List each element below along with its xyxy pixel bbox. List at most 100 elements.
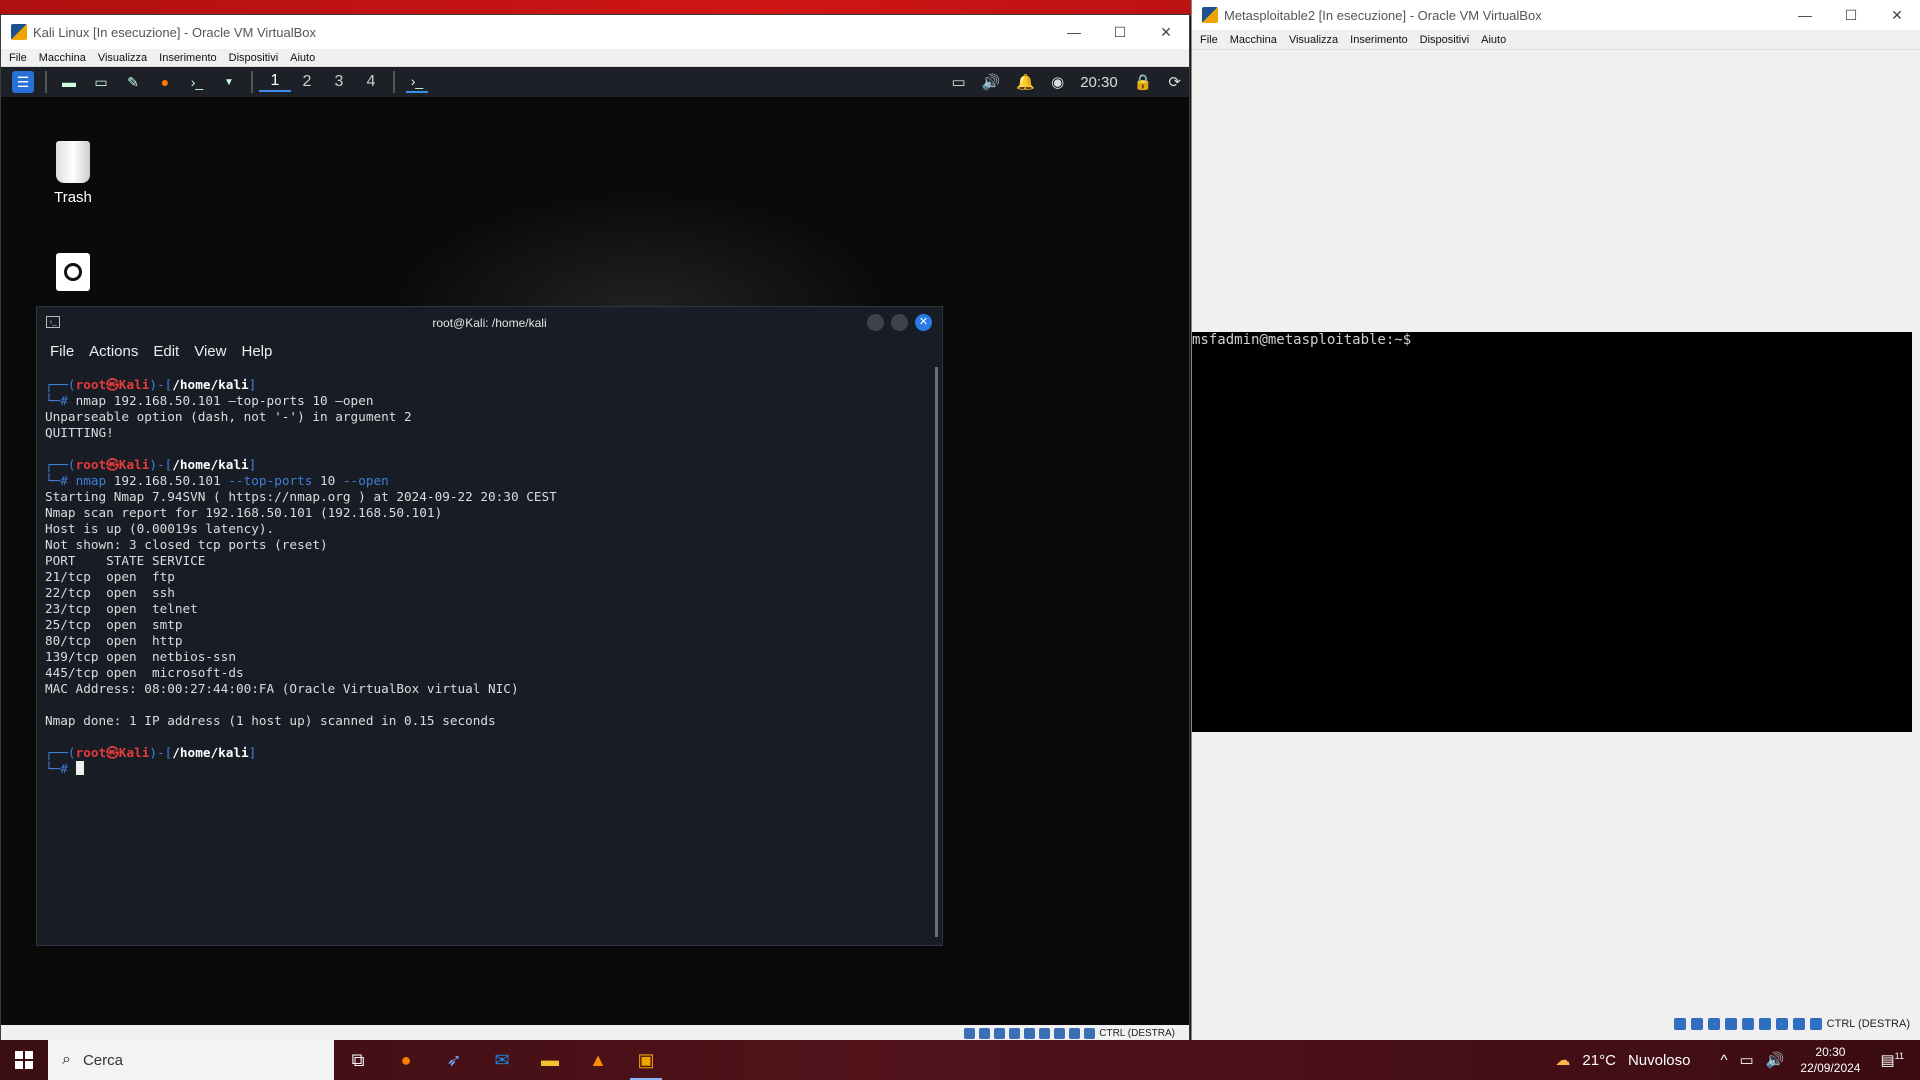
output-line: Starting Nmap 7.94SVN ( https://nmap.org… <box>45 489 557 504</box>
volume-icon[interactable]: 🔊 <box>1766 1051 1785 1069</box>
host-key-label: CTRL (DESTRA) <box>1099 1027 1175 1039</box>
terminal-maximize-button[interactable] <box>891 314 908 331</box>
volume-icon[interactable]: 🔊 <box>982 73 1001 91</box>
terminal-menu-file[interactable]: File <box>50 343 74 360</box>
meta-menu-aiuto[interactable]: Aiuto <box>1481 34 1506 46</box>
meta-window-title: Metasploitable2 [In esecuzione] - Oracle… <box>1224 7 1542 23</box>
firefox-taskbar-icon[interactable]: ● <box>382 1040 430 1080</box>
menu-visualizza[interactable]: Visualizza <box>98 52 147 64</box>
display-icon[interactable]: ▭ <box>952 73 966 91</box>
display-status-icon <box>1758 1018 1771 1030</box>
meta-window-titlebar[interactable]: Metasploitable2 [In esecuzione] - Oracle… <box>1192 0 1920 30</box>
start-button[interactable] <box>0 1040 48 1080</box>
meta-maximize-button[interactable]: ☐ <box>1828 0 1874 30</box>
meta-host-key-label: CTRL (DESTRA) <box>1826 1018 1910 1030</box>
workspace-3[interactable]: 3 <box>323 73 355 91</box>
terminal-titlebar[interactable]: ›_ root@Kali: /home/kali ✕ <box>37 307 942 339</box>
output-line: 445/tcp open microsoft-ds <box>45 665 244 680</box>
search-icon: ⌕ <box>62 1051 71 1068</box>
output-line: QUITTING! <box>45 425 114 440</box>
output-line: Host is up (0.00019s latency). <box>45 521 275 536</box>
kali-taskbar-icon[interactable]: ➶ <box>430 1040 478 1080</box>
disk-desktop-icon[interactable] <box>38 253 108 291</box>
meta-menu-macchina[interactable]: Macchina <box>1230 34 1277 46</box>
search-placeholder: Cerca <box>82 1051 123 1069</box>
terminal-menu-actions[interactable]: Actions <box>89 343 138 360</box>
output-line: 139/tcp open netbios-ssn <box>45 649 236 664</box>
terminal-menubar: File Actions Edit View Help <box>37 339 942 364</box>
windows-taskbar: ⌕ Cerca ⧉ ● ➶ ✉ ▬ ▲ ▣ ☁ 21°C Nuvoloso ^ … <box>0 1040 1920 1080</box>
virtualbox-taskbar-icon[interactable]: ▣ <box>622 1040 670 1080</box>
maximize-button[interactable]: ☐ <box>1097 15 1143 49</box>
weather-temp[interactable]: 21°C <box>1582 1052 1616 1069</box>
kali-window-title: Kali Linux [In esecuzione] - Oracle VM V… <box>33 24 317 40</box>
network-icon[interactable]: ▭ <box>1740 1051 1754 1069</box>
taskbar-clock[interactable]: 20:30 22/09/2024 <box>1800 1044 1860 1076</box>
terminal-window[interactable]: ›_ root@Kali: /home/kali ✕ File Actions … <box>36 306 943 946</box>
network-status-icon <box>994 1027 1006 1039</box>
meta-menu-inserimento[interactable]: Inserimento <box>1350 34 1407 46</box>
workspace-1[interactable]: 1 <box>259 72 291 92</box>
terminal-scrollbar[interactable] <box>935 367 938 937</box>
meta-menu-file[interactable]: File <box>1200 34 1218 46</box>
menu-aiuto[interactable]: Aiuto <box>290 52 315 64</box>
metasploitable-console[interactable]: msfadmin@metasploitable:~$ <box>1192 332 1912 732</box>
logout-icon[interactable]: ⟳ <box>1168 73 1181 91</box>
terminal-close-button[interactable]: ✕ <box>915 314 932 331</box>
file-manager-icon[interactable]: ▭ <box>90 71 112 93</box>
notification-center-icon[interactable]: ▤11 <box>1880 1051 1904 1069</box>
hdd-status-icon <box>964 1027 976 1039</box>
outlook-taskbar-icon[interactable]: ✉ <box>478 1040 526 1080</box>
task-view-icon[interactable]: ⧉ <box>334 1040 382 1080</box>
menu-file[interactable]: File <box>9 52 27 64</box>
menu-macchina[interactable]: Macchina <box>39 52 86 64</box>
terminal-menu-help[interactable]: Help <box>241 343 272 360</box>
command-2-bin: nmap <box>75 473 107 488</box>
meta-close-button[interactable]: ✕ <box>1874 0 1920 30</box>
meta-menu-dispositivi[interactable]: Dispositivi <box>1420 34 1470 46</box>
taskbar-search[interactable]: ⌕ Cerca <box>48 1040 334 1080</box>
prompt-line: ┌──(root㉿Kali)-[/home/kali] <box>45 377 257 392</box>
menu-dispositivi[interactable]: Dispositivi <box>229 52 279 64</box>
show-desktop-icon[interactable]: ▬ <box>58 71 80 93</box>
firefox-icon[interactable]: ● <box>154 71 176 93</box>
kali-clock[interactable]: 20:30 <box>1080 74 1118 91</box>
kali-menu-icon[interactable]: ☰ <box>12 71 34 93</box>
weather-text[interactable]: Nuvoloso <box>1628 1052 1691 1069</box>
meta-menu-visualizza[interactable]: Visualizza <box>1289 34 1338 46</box>
workspace-4[interactable]: 4 <box>355 73 387 91</box>
kali-top-panel: ☰ ▬ ▭ ✎ ● ›_ ▼ 1 2 3 4 ›_ ▭ 🔊 🔔 ◉ 20:30 … <box>1 67 1189 97</box>
output-line: 22/tcp open ssh <box>45 585 175 600</box>
terminal-task-icon[interactable]: ›_ <box>406 71 428 93</box>
workspace-2[interactable]: 2 <box>291 73 323 91</box>
taskbar-date: 22/09/2024 <box>1800 1061 1861 1075</box>
lock-icon[interactable]: 🔒 <box>1134 73 1153 91</box>
kali-vbox-statusbar: CTRL (DESTRA) <box>1 1025 1189 1041</box>
terminal-cursor <box>75 761 84 775</box>
shared-folder-status-icon <box>1024 1027 1036 1039</box>
output-line: 23/tcp open telnet <box>45 601 198 616</box>
terminal-output[interactable]: ┌──(root㉿Kali)-[/home/kali] └─# nmap 192… <box>45 377 930 941</box>
weather-icon[interactable]: ☁ <box>1555 1051 1570 1069</box>
meta-minimize-button[interactable]: — <box>1782 0 1828 30</box>
text-editor-icon[interactable]: ✎ <box>122 71 144 93</box>
minimize-button[interactable]: — <box>1051 15 1097 49</box>
file-explorer-taskbar-icon[interactable]: ▬ <box>526 1040 574 1080</box>
terminal-menu-edit[interactable]: Edit <box>153 343 179 360</box>
kali-window-titlebar[interactable]: Kali Linux [In esecuzione] - Oracle VM V… <box>1 15 1189 49</box>
terminal-launcher-icon[interactable]: ›_ <box>186 71 208 93</box>
notification-bell-icon[interactable]: 🔔 <box>1016 73 1035 91</box>
terminal-minimize-button[interactable] <box>867 314 884 331</box>
recording-status-icon <box>1775 1018 1788 1030</box>
chevron-up-icon[interactable]: ^ <box>1720 1052 1727 1069</box>
network-status-icon <box>1707 1018 1720 1030</box>
output-line: MAC Address: 08:00:27:44:00:FA (Oracle V… <box>45 681 519 696</box>
menu-inserimento[interactable]: Inserimento <box>159 52 216 64</box>
power-status-icon[interactable]: ◉ <box>1051 73 1064 91</box>
chevron-down-icon[interactable]: ▼ <box>218 71 240 93</box>
close-button[interactable]: ✕ <box>1143 15 1189 49</box>
terminal-menu-view[interactable]: View <box>194 343 226 360</box>
vlc-taskbar-icon[interactable]: ▲ <box>574 1040 622 1080</box>
trash-desktop-icon[interactable]: Trash <box>38 141 108 206</box>
keyboard-status-icon <box>1084 1027 1096 1039</box>
